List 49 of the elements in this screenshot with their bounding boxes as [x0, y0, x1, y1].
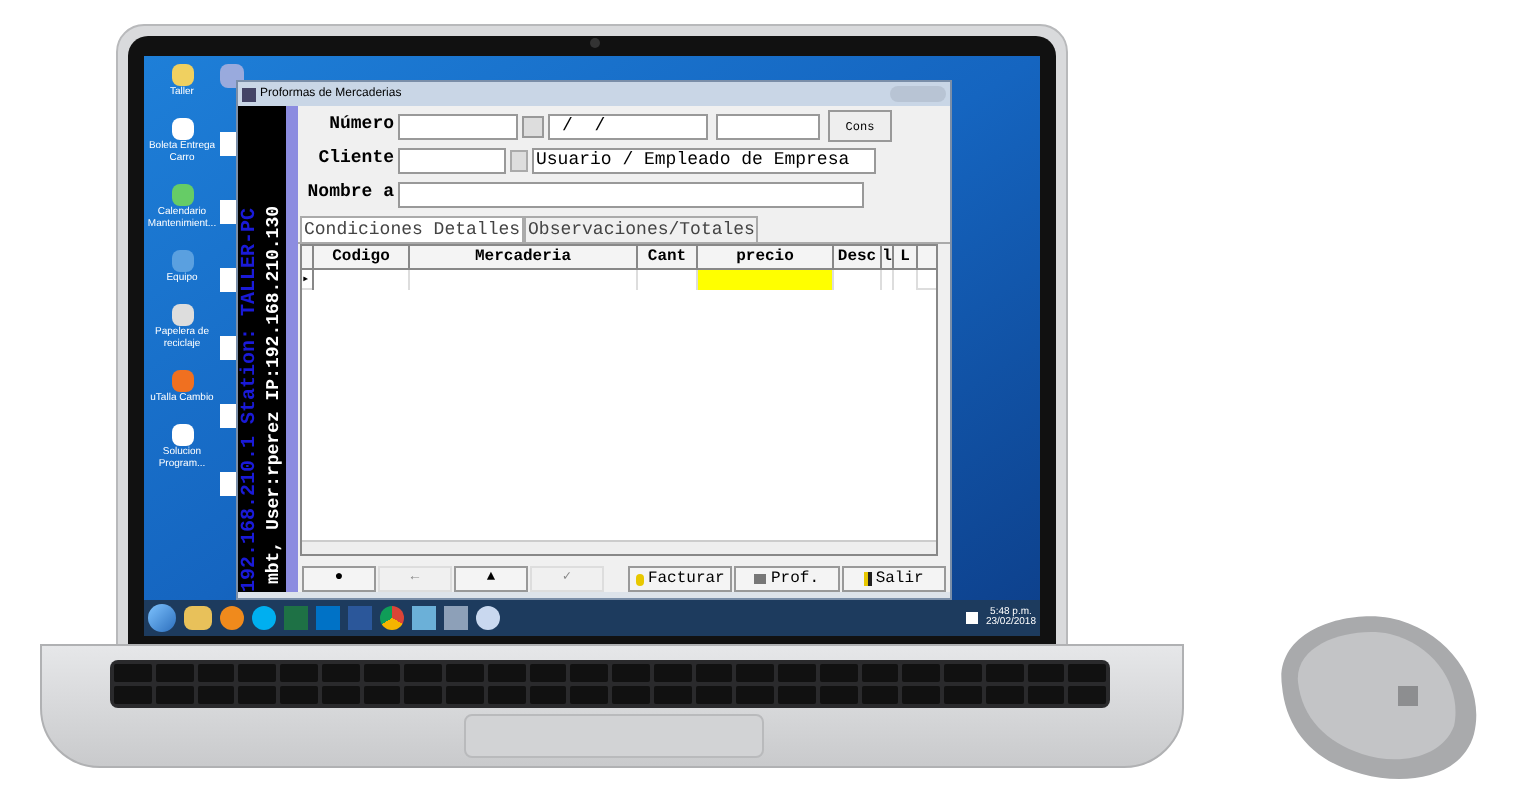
- table-cell[interactable]: [894, 270, 918, 290]
- action-button[interactable]: Facturar: [628, 566, 733, 592]
- input-field[interactable]: [398, 113, 518, 139]
- field-label: Número: [327, 112, 394, 139]
- input-field[interactable]: [398, 147, 506, 173]
- table-cell[interactable]: [698, 270, 834, 290]
- client-name-field[interactable]: Usuario / Empleado de Empresa: [532, 147, 876, 173]
- folder-icon[interactable]: [184, 606, 212, 630]
- webcam-icon: [590, 38, 600, 48]
- door-icon: [863, 572, 872, 586]
- field-label: Nombre a: [305, 180, 394, 207]
- station-text: 192.168.210.1 Station: TALLER-PC: [242, 205, 262, 592]
- table-cell[interactable]: [882, 270, 894, 290]
- paint-icon[interactable]: [476, 606, 500, 630]
- app-icon[interactable]: [252, 606, 276, 630]
- lookup-button[interactable]: [522, 115, 544, 137]
- field-label: Cliente: [316, 146, 394, 173]
- desktop-icon[interactable]: [171, 64, 193, 86]
- tab[interactable]: Condiciones Detalles: [300, 216, 525, 242]
- desktop-icon[interactable]: [171, 118, 193, 140]
- column-header[interactable]: Codigo: [314, 246, 410, 268]
- table-cell[interactable]: [834, 270, 882, 290]
- column-header[interactable]: Mercaderia: [410, 246, 638, 268]
- start-button[interactable]: [148, 604, 176, 632]
- media-player-icon[interactable]: [220, 606, 244, 630]
- column-header[interactable]: precio: [698, 246, 834, 268]
- printer-icon: [754, 574, 767, 584]
- table-cell[interactable]: [410, 270, 638, 290]
- tab[interactable]: Observaciones/Totales: [524, 216, 759, 242]
- lookup-button[interactable]: [510, 149, 528, 171]
- column-header[interactable]: Desc: [834, 246, 882, 268]
- action-button[interactable]: Prof.: [734, 566, 840, 592]
- table-cell[interactable]: [638, 270, 698, 290]
- action-button[interactable]: Salir: [841, 566, 946, 592]
- user-text: mbt, User:rperez IP:192.168.210.130: [266, 205, 284, 584]
- horizontal-scrollbar[interactable]: [302, 540, 936, 554]
- desktop-icon[interactable]: [171, 304, 193, 326]
- desktop-icon[interactable]: [171, 424, 193, 446]
- input-field[interactable]: [716, 113, 820, 139]
- tray-icon[interactable]: [965, 612, 978, 624]
- input-field[interactable]: [398, 181, 864, 207]
- desktop-icon[interactable]: [171, 184, 193, 206]
- table-cell[interactable]: [314, 270, 410, 290]
- column-header[interactable]: L: [894, 246, 918, 268]
- browser-icon[interactable]: [380, 606, 404, 630]
- column-header[interactable]: Cant: [638, 246, 698, 268]
- column-header[interactable]: l: [882, 246, 894, 268]
- date-field[interactable]: / /: [548, 113, 708, 139]
- bulb-icon: [635, 573, 644, 585]
